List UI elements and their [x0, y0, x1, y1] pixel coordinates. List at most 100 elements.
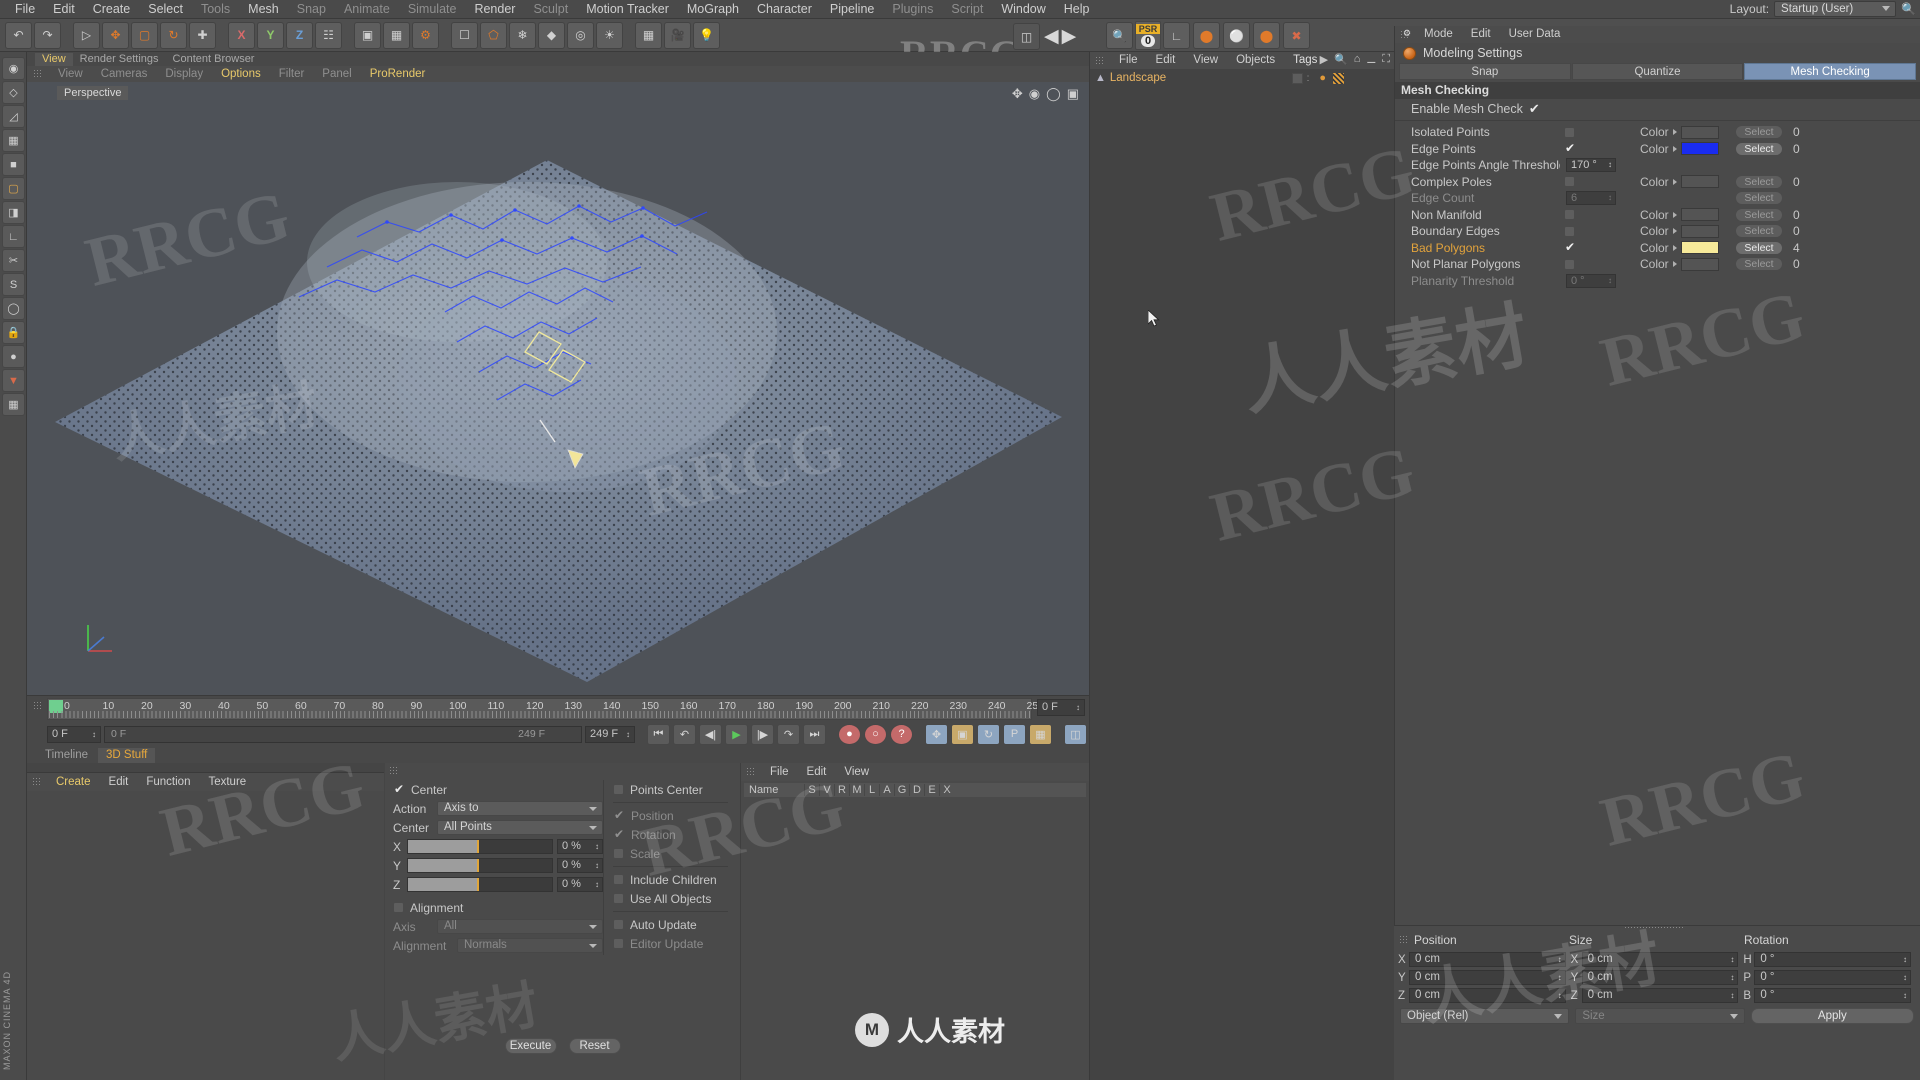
go-to-end-button[interactable]: ⏭ [803, 724, 826, 745]
menu-animate[interactable]: Animate [335, 0, 399, 19]
alignment-checkbox-row[interactable]: Alignment [393, 898, 603, 917]
parameter-key-button[interactable]: P [1003, 724, 1026, 745]
size-mode-dropdown[interactable]: Size [1575, 1008, 1744, 1024]
bottom-tab-timeline[interactable]: Timeline [37, 748, 96, 763]
panel-grip-icon[interactable] [1095, 56, 1104, 65]
tool-option-row[interactable]: Points Center [613, 780, 728, 799]
timeline-ruler[interactable]: 0102030405060708090100110120130140150160… [47, 698, 1032, 720]
om-menu-objects[interactable]: Objects [1227, 51, 1284, 70]
menu-select[interactable]: Select [139, 0, 192, 19]
mesh-check-checkbox[interactable] [1564, 226, 1575, 237]
panel-grip-icon[interactable] [33, 701, 42, 710]
column-s[interactable]: S [804, 784, 819, 796]
material-menu-function[interactable]: Function [137, 773, 199, 792]
render-settings-button[interactable]: ⚙ [412, 22, 439, 49]
render-view-button[interactable]: ▣ [354, 22, 381, 49]
sculpt-s-icon[interactable]: S [2, 273, 25, 296]
enable-mesh-check-row[interactable]: Enable Mesh Check ✔ [1395, 99, 1920, 119]
viewport-menu-cameras[interactable]: Cameras [92, 65, 157, 84]
menu-mograph[interactable]: MoGraph [678, 0, 748, 19]
tool-option-row[interactable]: Scale [613, 844, 728, 863]
center-dropdown[interactable]: All Points [437, 820, 603, 835]
menu-pipeline[interactable]: Pipeline [821, 0, 883, 19]
tool-option-row[interactable]: Use All Objects [613, 889, 728, 908]
mesh-check-checkbox[interactable] [1564, 127, 1575, 138]
light-object-button[interactable]: ⚪ [1223, 22, 1250, 49]
tool-option-checkbox[interactable] [613, 938, 624, 949]
color-swatch[interactable] [1681, 208, 1719, 221]
scale-key-button[interactable]: ▣ [951, 724, 974, 745]
column-m[interactable]: M [849, 784, 864, 796]
visibility-dot-icon[interactable] [1292, 73, 1303, 84]
menu-render[interactable]: Render [465, 0, 524, 19]
tool-option-checkbox[interactable] [613, 848, 624, 859]
position-input[interactable]: 0 cm↕ [1409, 952, 1566, 967]
chevron-right-icon[interactable] [1673, 228, 1677, 234]
mesh-check-number-field[interactable]: 6↕ [1566, 191, 1616, 205]
rotation-input[interactable]: 0 °↕ [1754, 952, 1911, 967]
attr-menu-mode[interactable]: Mode [1415, 25, 1462, 44]
object-list-menu-edit[interactable]: Edit [798, 763, 836, 782]
go-to-start-button[interactable]: ⏮ [647, 724, 670, 745]
select-button[interactable]: Select [1735, 125, 1783, 139]
tool-option-checkbox[interactable] [613, 784, 624, 795]
array-button[interactable]: ▦ [635, 22, 662, 49]
scale-tool-button[interactable]: ▢ [131, 22, 158, 49]
tool-option-checkbox[interactable] [613, 874, 624, 885]
keyframe-selection-button[interactable]: ? [890, 724, 913, 745]
slider-handle[interactable] [477, 840, 479, 853]
rotate-view-icon[interactable]: ◯ [1046, 86, 1061, 102]
align-dropdown[interactable]: Normals [457, 938, 603, 953]
tool-option-row[interactable]: Include Children [613, 870, 728, 889]
select-button[interactable]: Select [1735, 208, 1783, 222]
bottom-tab-3d-stuff[interactable]: 3D Stuff [98, 748, 155, 763]
model-mode-icon[interactable]: ■ [2, 153, 25, 176]
axis-value-field[interactable]: 0 %↕ [557, 858, 603, 873]
apply-button[interactable]: Apply [1751, 1008, 1914, 1024]
autokeying-button[interactable]: ○ [864, 724, 887, 745]
next-layout-icon[interactable]: ▶ [1062, 25, 1077, 48]
position-input[interactable]: 0 cm↕ [1409, 970, 1566, 985]
chevron-right-icon[interactable] [1673, 212, 1677, 218]
step-back-button[interactable]: ◀| [699, 724, 722, 745]
timeline-right-frame-field[interactable]: 0 F ↕ [1037, 699, 1085, 716]
action-dropdown[interactable]: Axis to [437, 801, 603, 816]
mesh-check-number-field[interactable]: 170 °↕ [1566, 158, 1616, 172]
select-button[interactable]: Select [1735, 241, 1783, 255]
render-region-button[interactable]: ▦ [383, 22, 410, 49]
position-key-button[interactable]: ✥ [925, 724, 948, 745]
mesh-check-checkbox[interactable] [1564, 176, 1575, 187]
menu-plugins[interactable]: Plugins [883, 0, 942, 19]
color-swatch[interactable] [1681, 258, 1719, 271]
timeline-layout-button[interactable]: ◫ [1064, 724, 1087, 745]
panel-grip-icon[interactable] [389, 766, 399, 774]
attr-menu-user-data[interactable]: User Data [1500, 25, 1570, 44]
panel-grip-icon[interactable] [33, 69, 42, 78]
slider-handle[interactable] [477, 859, 479, 872]
mesh-check-checkbox[interactable]: ✔ [1564, 143, 1576, 154]
execute-button[interactable]: Execute [505, 1038, 557, 1054]
enable-mesh-check-checkbox[interactable]: ✔ [1529, 101, 1540, 117]
texture-tag-icon[interactable] [1333, 73, 1344, 84]
expand-icon[interactable]: ⛶ [1382, 53, 1390, 66]
column-x[interactable]: X [939, 784, 954, 796]
deformer-button[interactable]: ◎ [567, 22, 594, 49]
point-mode-icon[interactable]: ◇ [2, 81, 25, 104]
color-swatch[interactable] [1681, 126, 1719, 139]
panel-grip-icon[interactable] [1399, 935, 1408, 944]
object-axis-icon[interactable]: ▢ [2, 177, 25, 200]
size-input[interactable]: 0 cm↕ [1582, 970, 1739, 985]
center-checkbox-row[interactable]: ✔ Center [393, 780, 603, 799]
attr-menu-edit[interactable]: Edit [1462, 25, 1500, 44]
current-frame-field[interactable]: 0 F ↕ [47, 726, 101, 743]
layout-preview-button[interactable]: ◫ [1013, 23, 1040, 50]
knife-tool-icon[interactable]: ✂ [2, 249, 25, 272]
color-swatch[interactable] [1681, 142, 1719, 155]
om-menu-file[interactable]: File [1110, 51, 1147, 70]
object-list-menu-file[interactable]: File [761, 763, 798, 782]
play-button[interactable]: ▶ [725, 724, 748, 745]
axis-slider[interactable] [407, 877, 553, 892]
tool-option-checkbox[interactable] [613, 919, 624, 930]
slider-handle[interactable] [477, 878, 479, 891]
next-key-button[interactable]: ↷ [777, 724, 800, 745]
